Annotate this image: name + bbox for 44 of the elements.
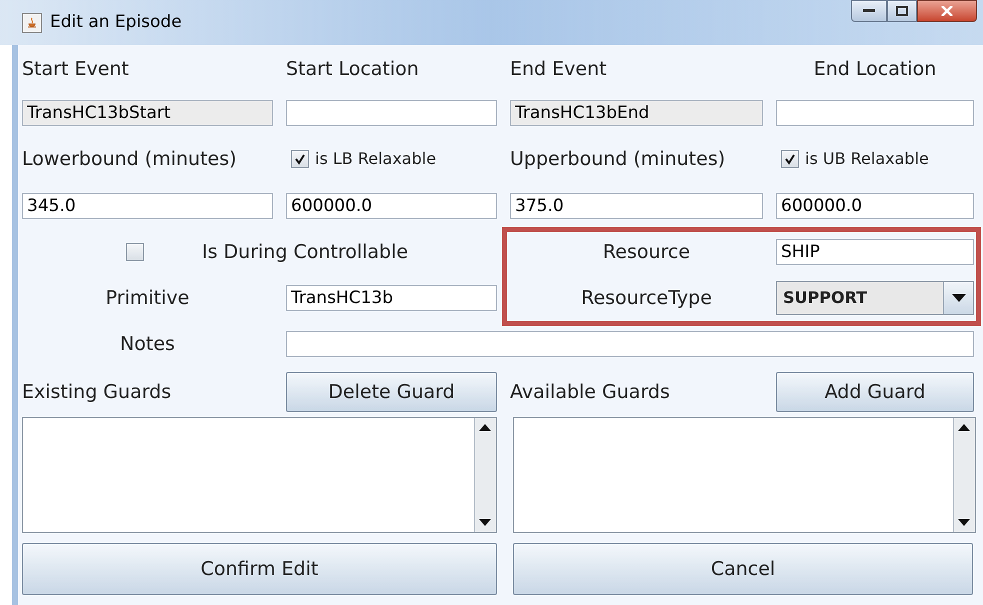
check-icon [294,153,306,165]
text-field[interactable]: 375.0 [510,193,763,219]
close-button[interactable] [917,0,977,22]
field-label: Primitive [106,286,190,311]
minimize-button[interactable] [851,0,887,22]
maximize-icon [896,6,908,16]
checkbox[interactable] [291,150,309,168]
minimize-icon [863,9,875,13]
button[interactable]: Cancel [513,543,973,595]
field-label: Available Guards [510,380,671,405]
check-icon [784,153,796,165]
close-icon [941,6,953,16]
maximize-button[interactable] [887,0,917,22]
text-field[interactable]: SHIP [776,239,974,265]
text-field[interactable]: 600000.0 [776,193,974,219]
checkbox-label: Is During Controllable [202,240,408,265]
checkbox-label: is UB Relaxable [805,148,929,170]
text-field[interactable]: 600000.0 [286,193,497,219]
field-label: Existing Guards [22,380,172,405]
text-field[interactable] [286,331,974,357]
button[interactable]: Delete Guard [286,372,497,412]
field-label: End Location [814,56,936,82]
text-field[interactable] [286,100,497,126]
button[interactable]: Confirm Edit [22,543,497,595]
scrollbar[interactable] [953,418,975,532]
checkbox-label: is LB Relaxable [315,148,436,170]
scrollbar[interactable] [474,418,496,532]
field-label: Notes [120,332,175,357]
field-label: Upperbound (minutes) [510,146,726,172]
checkbox[interactable] [126,243,144,261]
app-icon [22,12,42,32]
field-label: End Event [510,56,608,82]
field-label: Resource [602,240,690,265]
text-field[interactable]: TransHC13b [286,285,497,311]
window-title: Edit an Episode [50,10,182,34]
field-label: Lowerbound (minutes) [22,146,238,172]
field-label: Start Event [22,56,130,82]
field-label: Start Location [286,56,420,82]
button[interactable]: Add Guard [776,372,974,412]
text-field[interactable]: 345.0 [22,193,273,219]
checkbox[interactable] [781,150,799,168]
dropdown[interactable]: SUPPORT [776,281,974,315]
field-label: ResourceType [581,286,712,311]
text-field[interactable] [776,100,974,126]
